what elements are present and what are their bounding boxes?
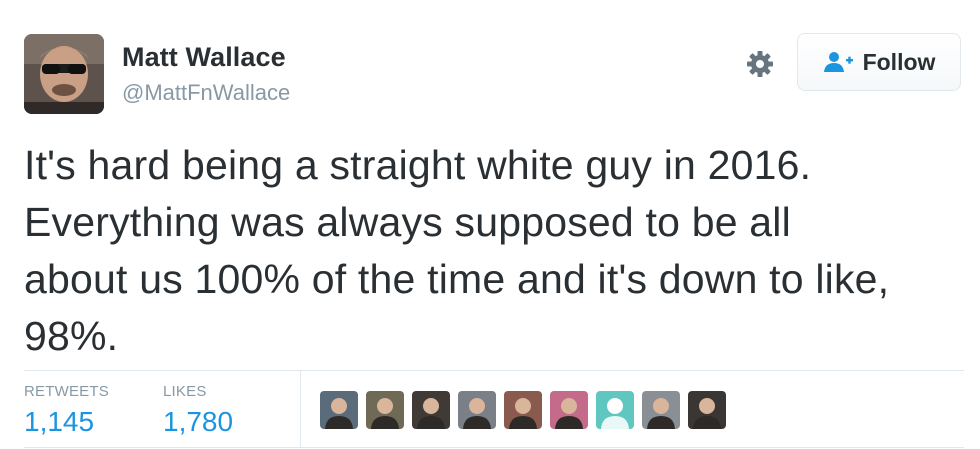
tweet-stats: RETWEETS 1,145 LIKES 1,780 bbox=[24, 370, 964, 448]
tweet-card: Matt Wallace @MattFnWallace Follow It's … bbox=[0, 0, 980, 449]
avatar-photo-icon bbox=[24, 34, 104, 114]
liker-avatar-7-icon[interactable] bbox=[596, 391, 634, 429]
retweets-label: RETWEETS bbox=[24, 383, 109, 400]
follow-user-icon bbox=[823, 52, 853, 72]
liker-avatar-4-icon[interactable] bbox=[458, 391, 496, 429]
likes-stat[interactable]: LIKES 1,780 bbox=[163, 383, 233, 438]
stats-divider bbox=[300, 371, 301, 447]
follow-button[interactable]: Follow bbox=[797, 33, 961, 91]
follow-button-label: Follow bbox=[862, 48, 936, 75]
gear-icon[interactable] bbox=[744, 48, 776, 80]
liker-avatar-5-icon[interactable] bbox=[504, 391, 542, 429]
liker-avatar-6-icon[interactable] bbox=[550, 391, 588, 429]
user-handle[interactable]: @MattFnWallace bbox=[122, 80, 290, 106]
likes-count: 1,780 bbox=[163, 406, 234, 437]
liker-avatar-9-icon[interactable] bbox=[688, 391, 726, 429]
user-display-name[interactable]: Matt Wallace bbox=[122, 42, 286, 73]
likes-label: LIKES bbox=[163, 383, 207, 400]
user-avatar[interactable] bbox=[24, 34, 104, 114]
tweet-text: It's hard being a straight white guy in … bbox=[24, 142, 890, 359]
liker-avatar-8-icon[interactable] bbox=[642, 391, 680, 429]
retweets-stat[interactable]: RETWEETS 1,145 bbox=[24, 383, 109, 438]
retweets-count: 1,145 bbox=[24, 406, 95, 437]
liker-avatar-1-icon[interactable] bbox=[320, 391, 358, 429]
liker-avatar-2-icon[interactable] bbox=[366, 391, 404, 429]
likers-list bbox=[320, 391, 726, 429]
liker-avatar-3-icon[interactable] bbox=[412, 391, 450, 429]
